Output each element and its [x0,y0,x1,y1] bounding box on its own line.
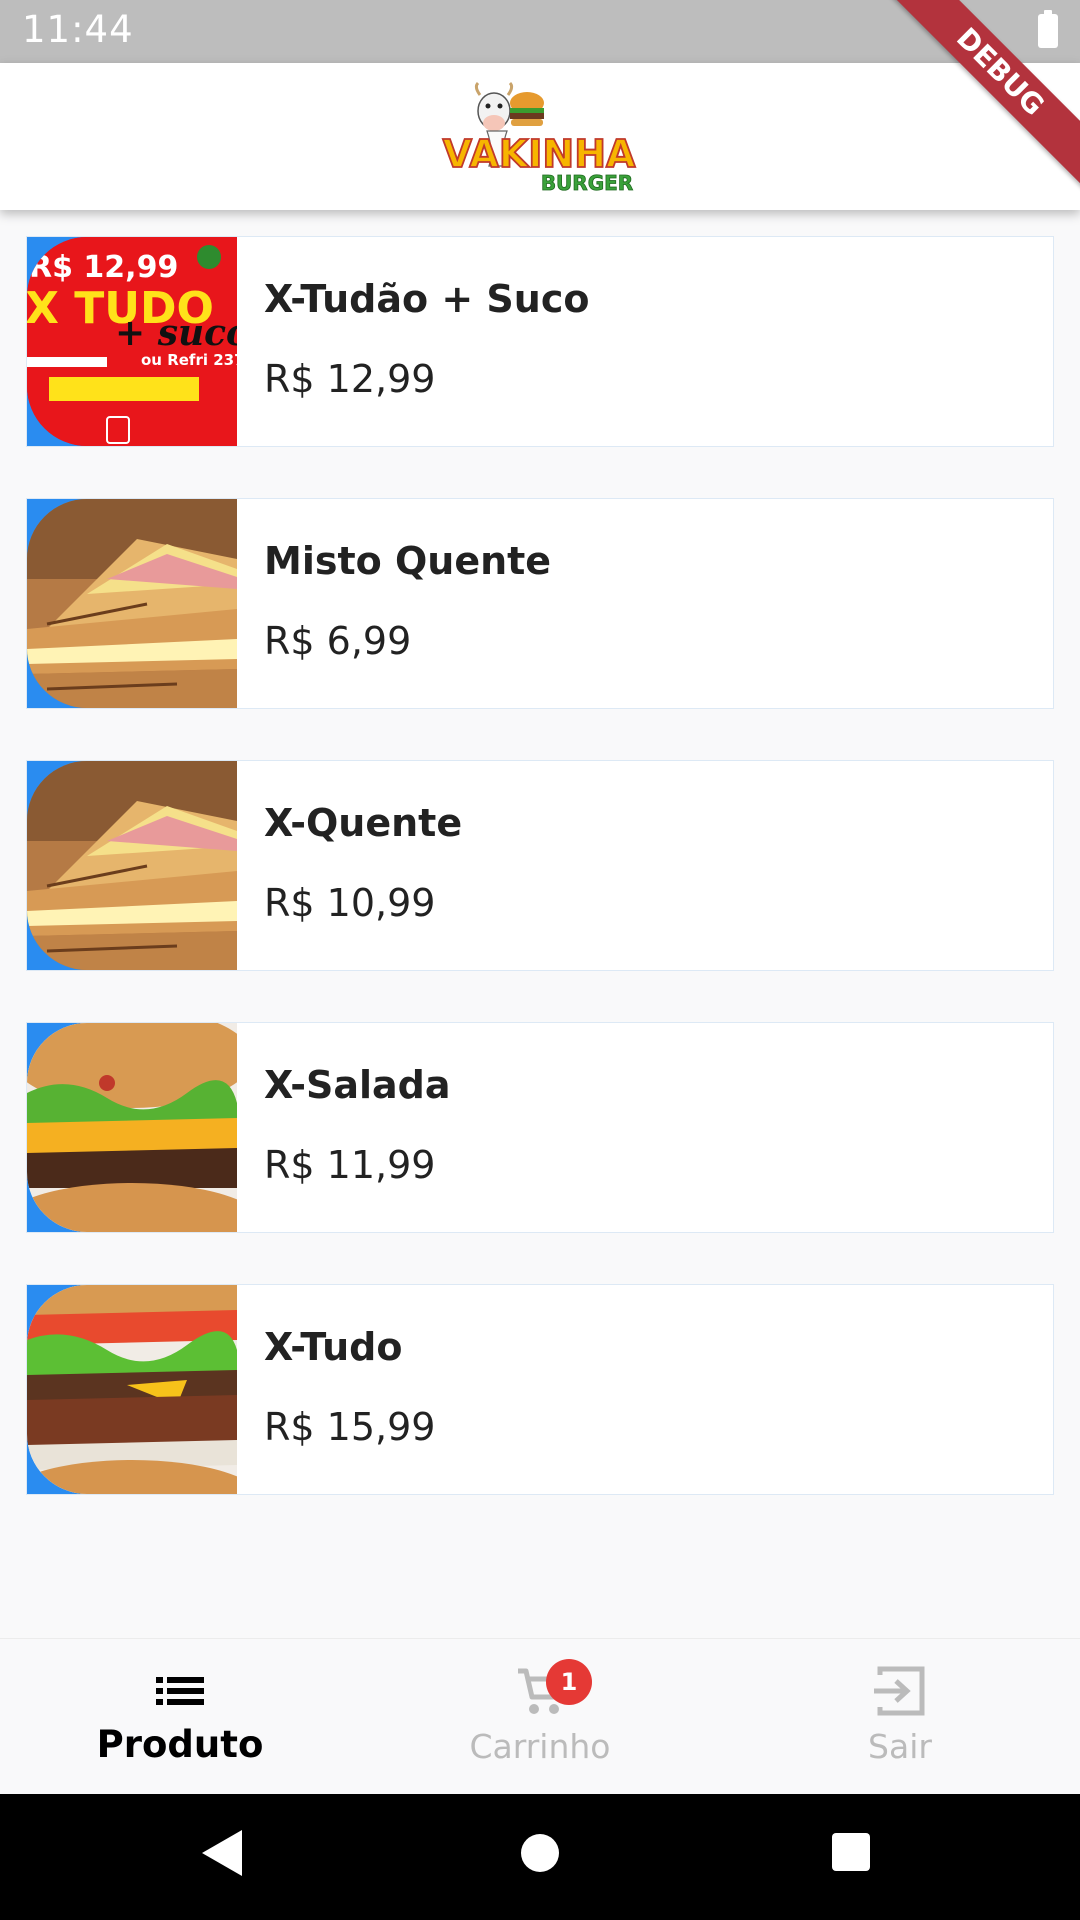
bottom-navigation: Produto 1 Carrinho Sair [0,1638,1080,1794]
back-icon[interactable] [202,1830,242,1876]
logo-text-primary: VAKINHA [443,132,636,176]
product-price: R$ 12,99 [264,357,436,401]
vakinha-burger-logo: VAKINHA BURGER [432,81,647,199]
status-time: 11:44 [22,8,134,51]
nav-label-sair: Sair [868,1727,932,1766]
product-name: Misto Quente [264,539,552,583]
nav-item-carrinho[interactable]: 1 Carrinho [360,1639,720,1795]
product-name: X-Tudo [264,1325,403,1369]
recents-icon[interactable] [832,1833,870,1871]
app-bar: VAKINHA BURGER [0,63,1080,210]
exit-icon [874,1666,925,1716]
product-price: R$ 15,99 [264,1405,436,1449]
product-name: X-Salada [264,1063,451,1107]
product-card[interactable]: Misto Quente R$ 6,99 [26,498,1054,709]
promo-price: R$ 12,99 [29,250,178,285]
nav-item-produto[interactable]: Produto [0,1639,360,1795]
product-price: R$ 11,99 [264,1143,436,1187]
nav-label-carrinho: Carrinho [469,1727,611,1766]
product-image-x-tudo [27,1285,237,1494]
promo-subtitle: + suco [115,312,237,354]
product-list: R$ 12,99 X TUDO + suco ou Refri 237 ml X… [26,236,1054,1546]
product-name: X-Tudão + Suco [264,277,590,321]
logo-text-secondary: BURGER [541,171,633,195]
product-image-x-quente [27,761,237,970]
product-card[interactable]: R$ 12,99 X TUDO + suco ou Refri 237 ml X… [26,236,1054,447]
list-icon [156,1677,204,1705]
cart-badge: 1 [546,1659,592,1705]
product-name: X-Quente [264,801,463,845]
product-image-x-salada [27,1023,237,1232]
product-card[interactable]: X-Salada R$ 11,99 [26,1022,1054,1233]
product-card[interactable]: X-Tudo R$ 15,99 [26,1284,1054,1495]
promo-note: ou Refri 237 ml [141,351,237,369]
product-price: R$ 6,99 [264,619,412,663]
nav-label-produto: Produto [96,1723,264,1766]
product-card[interactable]: X-Quente R$ 10,99 [26,760,1054,971]
product-image-misto-quente [27,499,237,708]
home-icon[interactable] [521,1834,559,1872]
product-image-x-tudao-suco: R$ 12,99 X TUDO + suco ou Refri 237 ml [27,237,237,446]
nav-item-sair[interactable]: Sair [720,1639,1080,1795]
battery-icon [1038,10,1058,48]
product-price: R$ 10,99 [264,881,436,925]
system-navigation-bar [0,1794,1080,1920]
